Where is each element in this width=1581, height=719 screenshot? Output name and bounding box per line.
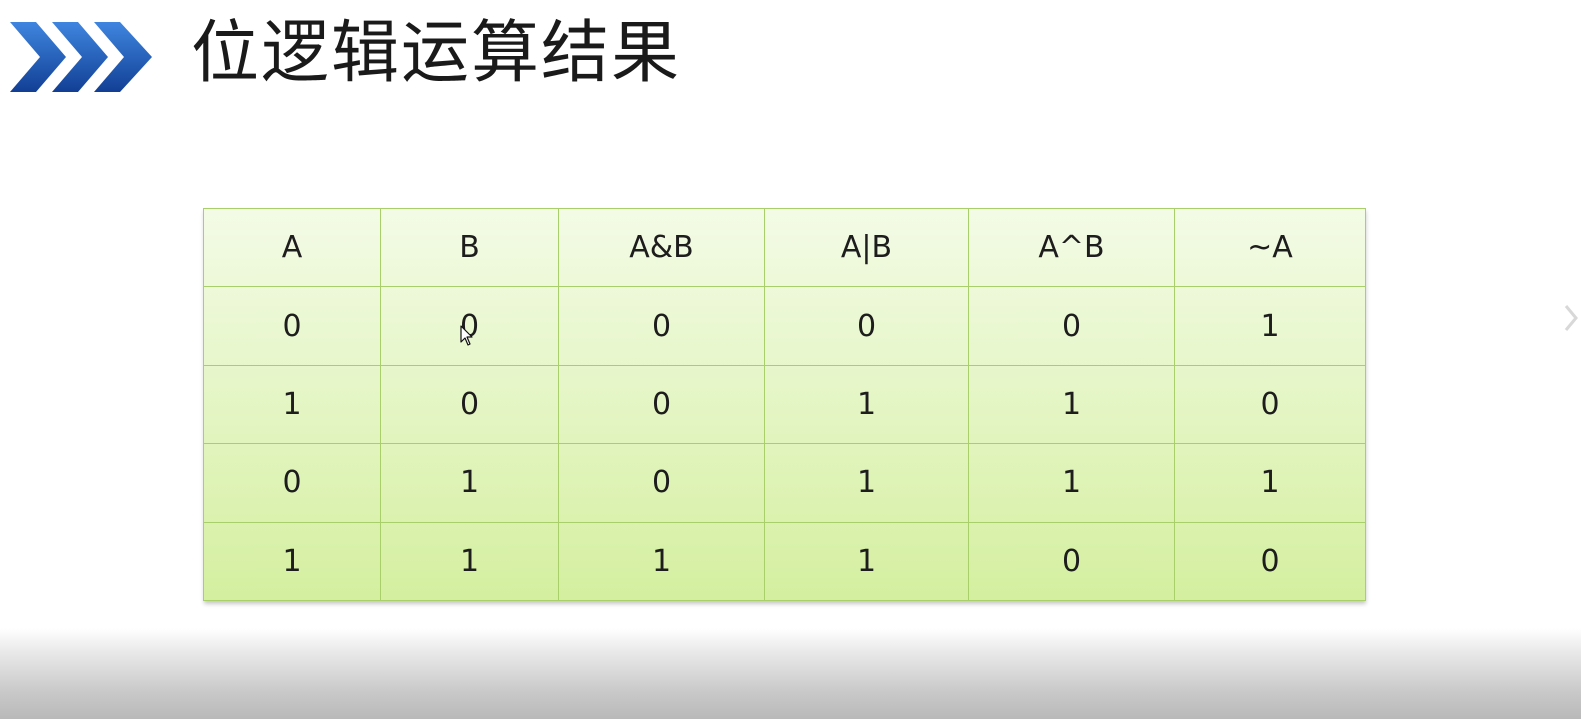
- table-cell: 0: [558, 364, 765, 445]
- header-cell-a: A: [203, 207, 381, 288]
- header-cell-b: B: [380, 207, 559, 288]
- table-row: 0 1 0 1 1 1: [203, 443, 1366, 523]
- table-cell: 0: [558, 443, 765, 523]
- table-cell: 1: [558, 521, 765, 602]
- table-cell: 1: [968, 443, 1175, 523]
- header-cell-xor: A^B: [968, 207, 1175, 288]
- table-cell: 0: [203, 443, 381, 523]
- table-cell: 1: [968, 364, 1175, 445]
- truth-table: A B A&B A|B A^B ~A 0 0 0 0 0 1 1 0 0 1 1: [203, 207, 1366, 602]
- table-cell: 0: [968, 286, 1175, 366]
- table-row: 0 0 0 0 0 1: [203, 286, 1366, 366]
- presentation-slide: 位逻辑运算结果 A B A&B A|B A^B ~A 0 0 0 0 0 1 1…: [0, 0, 1581, 719]
- table-row: 1 1 1 1 0 0: [203, 521, 1366, 602]
- table-cell: 1: [1174, 286, 1366, 366]
- table-row: 1 0 0 1 1 0: [203, 364, 1366, 445]
- table-cell: 0: [380, 364, 559, 445]
- mouse-cursor-icon: [460, 325, 473, 346]
- table-cell: 1: [203, 364, 381, 445]
- table-cell: 1: [764, 521, 969, 602]
- table-cell: 1: [764, 443, 969, 523]
- chevron-right-icon[interactable]: [1562, 298, 1581, 338]
- header-cell-not: ~A: [1174, 207, 1366, 288]
- header-cell-or: A|B: [764, 207, 969, 288]
- triple-chevron-right-icon: [10, 22, 152, 92]
- table-cell: 1: [380, 521, 559, 602]
- table-cell: 1: [1174, 443, 1366, 523]
- table-cell: 0: [1174, 521, 1366, 602]
- table-header-row: A B A&B A|B A^B ~A: [203, 207, 1366, 288]
- table-cell: 0: [558, 286, 765, 366]
- table-cell: 1: [764, 364, 969, 445]
- table-cell: 1: [203, 521, 381, 602]
- header-cell-and: A&B: [558, 207, 765, 288]
- truth-table-container: A B A&B A|B A^B ~A 0 0 0 0 0 1 1 0 0 1 1: [203, 207, 1366, 602]
- table-cell: 1: [380, 443, 559, 523]
- table-cell: 0: [968, 521, 1175, 602]
- table-cell: 0: [764, 286, 969, 366]
- slide-title: 位逻辑运算结果: [191, 14, 682, 93]
- table-cell: 0: [1174, 364, 1366, 445]
- bottom-gradient-bar: [0, 628, 1581, 719]
- table-cell: 0: [203, 286, 381, 366]
